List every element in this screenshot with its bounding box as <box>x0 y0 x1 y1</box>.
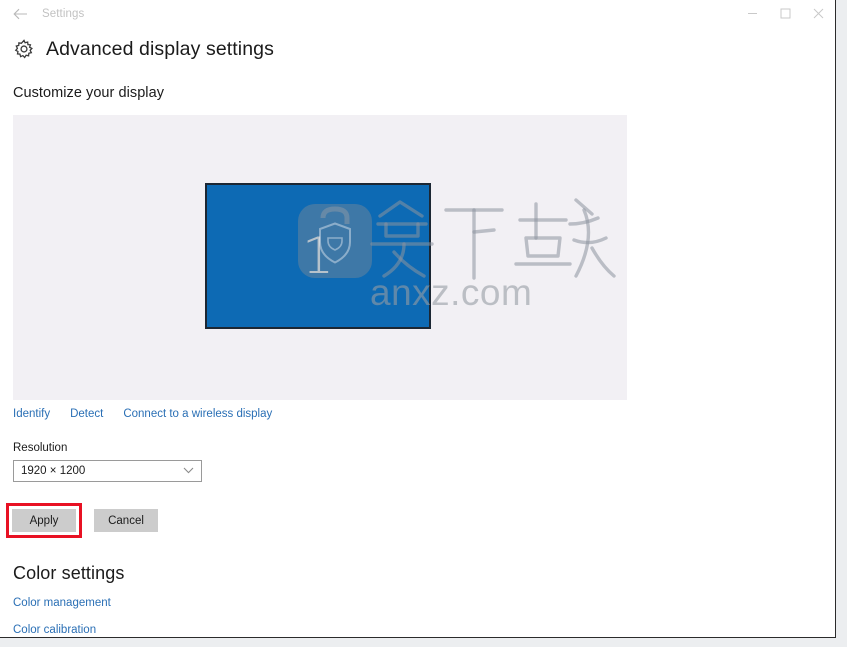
identify-link[interactable]: Identify <box>13 408 50 420</box>
apply-button[interactable]: Apply <box>12 509 76 532</box>
connect-wireless-display-link[interactable]: Connect to a wireless display <box>123 408 272 420</box>
back-arrow-icon <box>12 8 27 19</box>
window-title: Settings <box>42 7 85 20</box>
title-bar: Settings <box>0 0 835 27</box>
minimize-button[interactable] <box>736 0 769 27</box>
gear-icon <box>14 39 33 59</box>
color-management-link[interactable]: Color management <box>13 597 835 609</box>
maximize-icon <box>780 8 791 19</box>
resolution-label: Resolution <box>13 442 68 454</box>
back-button[interactable] <box>0 1 40 27</box>
monitor-thumbnail-1[interactable]: 1 <box>205 183 431 329</box>
window-controls <box>736 0 835 27</box>
color-calibration-link[interactable]: Color calibration <box>13 624 835 636</box>
display-action-links: Identify Detect Connect to a wireless di… <box>13 408 835 420</box>
close-icon <box>813 8 824 19</box>
apply-highlight-box: Apply <box>6 503 82 538</box>
chevron-down-icon <box>183 467 194 474</box>
minimize-icon <box>748 13 757 14</box>
page-content: Advanced display settings Customize your… <box>0 34 835 636</box>
display-preview-panel: 1 <box>13 115 627 400</box>
monitor-number-label: 1 <box>302 227 334 285</box>
cancel-button[interactable]: Cancel <box>94 509 158 532</box>
maximize-button[interactable] <box>769 0 802 27</box>
action-button-row: Apply Cancel <box>6 503 835 538</box>
resolution-dropdown[interactable]: 1920 × 1200 <box>13 460 202 482</box>
page-title: Advanced display settings <box>46 37 274 60</box>
customize-display-heading: Customize your display <box>13 85 164 101</box>
settings-window: Settings Advanced display settings Custo… <box>0 0 836 638</box>
color-settings-links: Color management Color calibration <box>13 597 835 636</box>
resolution-value: 1920 × 1200 <box>21 465 86 477</box>
detect-link[interactable]: Detect <box>70 408 103 420</box>
color-settings-heading: Color settings <box>13 563 125 583</box>
page-header: Advanced display settings <box>13 34 835 64</box>
close-button[interactable] <box>802 0 835 27</box>
